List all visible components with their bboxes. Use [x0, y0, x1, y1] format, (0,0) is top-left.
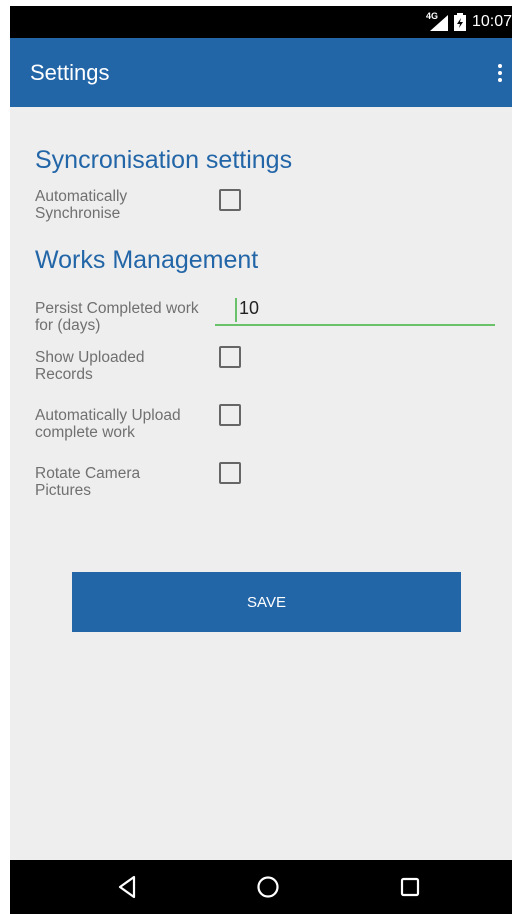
show-uploaded-label: Show Uploaded Records: [35, 349, 145, 383]
works-section-title: Works Management: [35, 246, 259, 274]
sync-section-title: Syncronisation settings: [35, 146, 293, 174]
auto-upload-label: Automatically Upload complete work: [35, 407, 181, 441]
input-underline: [215, 324, 495, 326]
signal-icon: 4G: [426, 11, 448, 31]
status-bar: 4G 10:07: [10, 6, 512, 38]
status-icons: 4G 10:07: [426, 6, 512, 38]
rotate-camera-label: Rotate Camera Pictures: [35, 465, 141, 499]
back-triangle-icon[interactable]: [114, 873, 142, 901]
persist-days-input[interactable]: 10: [215, 294, 495, 326]
auto-sync-checkbox[interactable]: [219, 189, 241, 211]
persist-days-value: 10: [239, 298, 260, 318]
auto-upload-checkbox[interactable]: [219, 404, 241, 426]
recents-square-icon[interactable]: [396, 873, 424, 901]
navigation-bar: [10, 860, 512, 914]
persist-label: Persist Completed work for (days): [35, 300, 199, 334]
auto-sync-label: Automatically Synchronise: [35, 188, 128, 222]
app-bar: Settings: [10, 38, 512, 107]
settings-screen: 4G 10:07 Settings Syncronisation setting…: [10, 6, 512, 914]
battery-icon: [453, 13, 466, 31]
save-button[interactable]: SAVE: [72, 572, 461, 632]
page-title: Settings: [30, 60, 110, 85]
home-circle-icon[interactable]: [254, 873, 282, 901]
rotate-camera-checkbox[interactable]: [219, 462, 241, 484]
more-vert-icon[interactable]: [494, 62, 506, 84]
show-uploaded-checkbox[interactable]: [219, 346, 241, 368]
text-cursor: [235, 298, 237, 322]
clock: 10:07: [471, 13, 512, 30]
